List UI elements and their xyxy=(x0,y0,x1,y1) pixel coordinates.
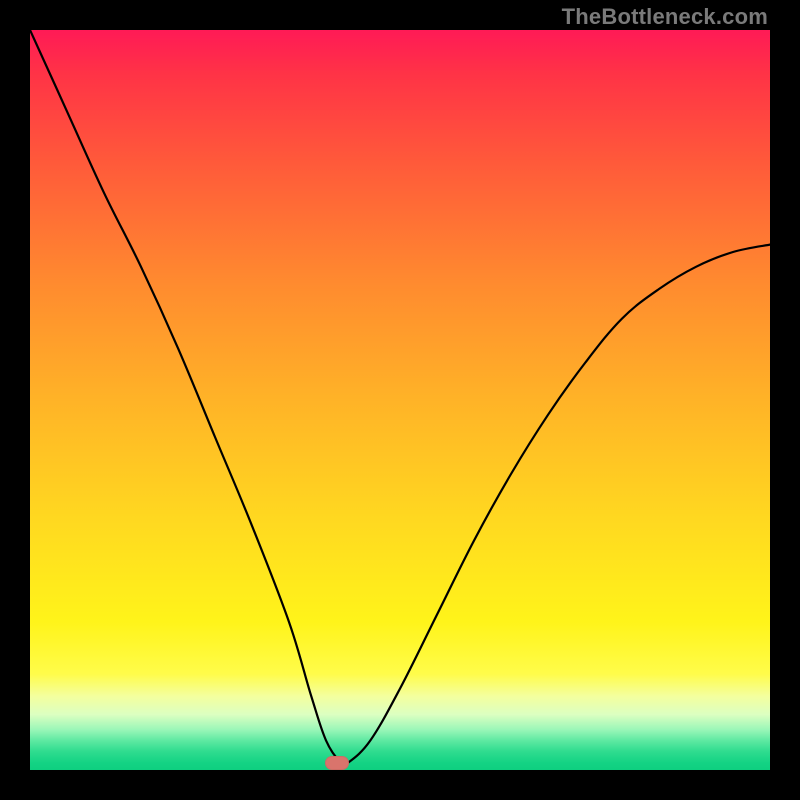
bottleneck-curve-path xyxy=(30,30,770,766)
chart-frame: TheBottleneck.com xyxy=(0,0,800,800)
optimum-marker xyxy=(325,756,349,770)
watermark-label: TheBottleneck.com xyxy=(562,4,768,30)
curve-svg xyxy=(30,30,770,770)
plot-area xyxy=(30,30,770,770)
